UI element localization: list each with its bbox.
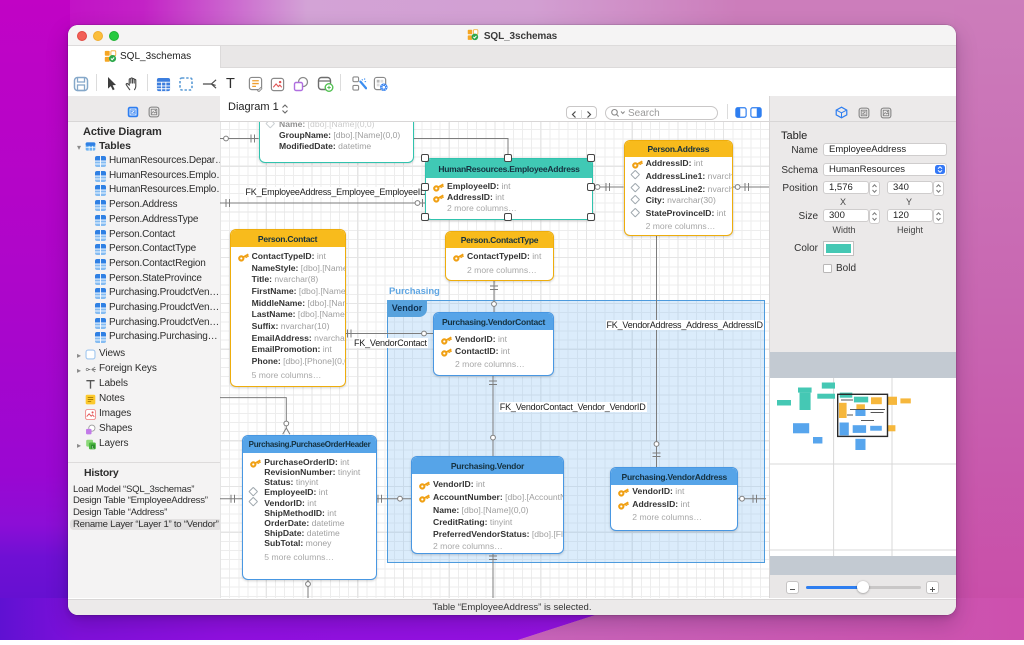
svg-text:L: L [92,445,94,449]
